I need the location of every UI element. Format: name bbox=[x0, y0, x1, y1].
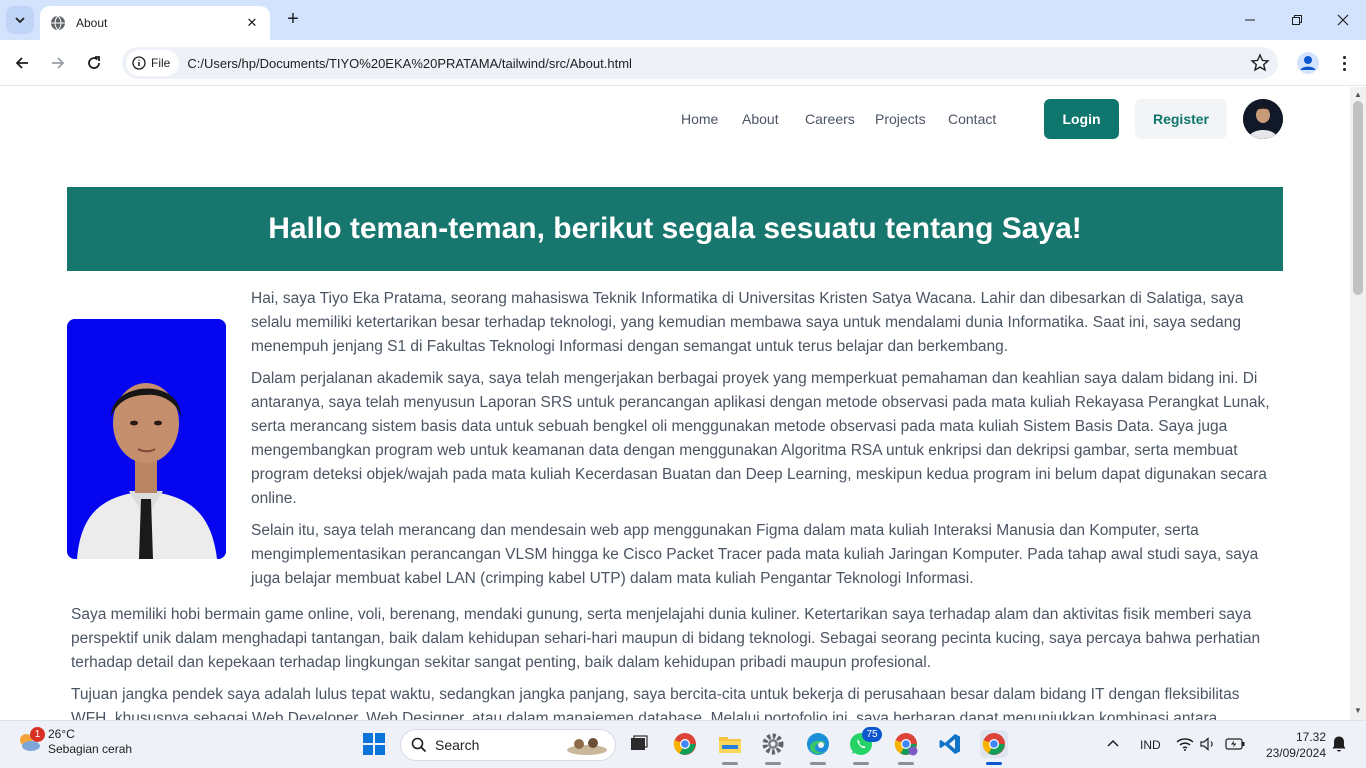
scrollbar-thumb[interactable] bbox=[1353, 101, 1363, 295]
task-view-icon[interactable] bbox=[626, 731, 652, 757]
clock-time: 17.32 bbox=[1295, 730, 1326, 744]
battery-icon[interactable] bbox=[1224, 731, 1246, 757]
weather-badge: 1 bbox=[30, 727, 45, 742]
file-label: File bbox=[151, 56, 171, 70]
globe-icon bbox=[51, 15, 65, 31]
page-viewport: Home About Careers Projects Contact Logi… bbox=[0, 87, 1350, 720]
weather-desc: Sebagian cerah bbox=[48, 742, 133, 756]
clock[interactable]: 17.32 23/09/2024 bbox=[1258, 729, 1326, 761]
chrome-active-indicator bbox=[986, 762, 1002, 765]
search-highlight-icon bbox=[567, 738, 607, 755]
nav-home[interactable]: Home bbox=[681, 111, 718, 127]
arrow-right-icon bbox=[52, 57, 65, 69]
user-avatar[interactable] bbox=[1243, 99, 1283, 139]
tab-title: About bbox=[76, 16, 108, 30]
register-button[interactable]: Register bbox=[1135, 99, 1227, 139]
info-icon bbox=[132, 56, 146, 70]
edge-running-indicator bbox=[810, 762, 826, 765]
file-explorer-running-indicator bbox=[722, 762, 738, 765]
scroll-down-icon[interactable]: ▼ bbox=[1354, 707, 1362, 715]
about-paragraph-intro: Hai, saya Tiyo Eka Pratama, seorang maha… bbox=[251, 290, 1244, 355]
scroll-up-icon[interactable]: ▲ bbox=[1354, 91, 1362, 99]
about-paragraph-skills: Selain itu, saya telah merancang dan men… bbox=[251, 522, 1259, 587]
url-text[interactable]: C:/Users/hp/Documents/TIYO%20EKA%20PRATA… bbox=[187, 56, 1278, 71]
close-window-button[interactable] bbox=[1331, 8, 1355, 32]
site-info-chip[interactable]: File bbox=[126, 50, 180, 76]
browser-toolbar: File C:/Users/hp/Documents/TIYO%20EKA%20… bbox=[0, 40, 1366, 86]
weather-icon: 1 bbox=[16, 727, 45, 755]
about-paragraph-hobbies: Saya memiliki hobi bermain game online, … bbox=[71, 606, 1261, 671]
about-paragraph-projects: Dalam perjalanan akademik saya, saya tel… bbox=[251, 370, 1270, 507]
profile-photo-image bbox=[67, 319, 226, 559]
chevron-down-icon bbox=[15, 17, 25, 24]
forward-button[interactable] bbox=[46, 51, 70, 75]
profile-icon[interactable] bbox=[1296, 51, 1320, 75]
volume-icon[interactable] bbox=[1199, 731, 1219, 757]
nav-projects[interactable]: Projects bbox=[875, 111, 926, 127]
whatsapp-running-indicator bbox=[853, 762, 869, 765]
start-button[interactable] bbox=[361, 731, 387, 757]
login-button[interactable]: Login bbox=[1044, 99, 1119, 139]
notification-bell-icon[interactable] bbox=[1329, 731, 1349, 757]
nav-careers[interactable]: Careers bbox=[805, 111, 855, 127]
chrome-active-icon[interactable] bbox=[980, 730, 1008, 758]
language-indicator[interactable]: IND bbox=[1140, 738, 1161, 752]
settings-running-indicator bbox=[765, 762, 781, 765]
restore-button[interactable] bbox=[1285, 8, 1309, 32]
weather-temp: 26°C bbox=[48, 727, 75, 741]
hero-title: Hallo teman-teman, berikut segala sesuat… bbox=[268, 212, 1082, 245]
search-icon bbox=[411, 737, 427, 753]
whatsapp-badge: 75 bbox=[862, 727, 882, 742]
minimize-button[interactable] bbox=[1238, 8, 1262, 32]
weather-widget[interactable]: 1 26°C Sebagian cerah bbox=[16, 727, 132, 757]
reload-icon bbox=[88, 56, 100, 69]
settings-icon[interactable] bbox=[760, 731, 786, 757]
close-icon bbox=[1337, 14, 1349, 26]
browser-tab-bar: About ✕ + bbox=[0, 0, 1366, 40]
tab-search-button[interactable] bbox=[6, 6, 34, 34]
browser-menu-icon[interactable] bbox=[1334, 51, 1354, 75]
restore-icon bbox=[1292, 15, 1302, 25]
nav-about[interactable]: About bbox=[742, 111, 779, 127]
new-tab-button[interactable]: + bbox=[282, 8, 304, 30]
hero-banner: Hallo teman-teman, berikut segala sesuat… bbox=[67, 187, 1283, 271]
tab-close-icon[interactable]: ✕ bbox=[244, 15, 260, 31]
minimize-icon bbox=[1245, 19, 1255, 21]
arrow-left-icon bbox=[15, 57, 28, 69]
site-navbar: Home About Careers Projects Contact Logi… bbox=[0, 87, 1350, 151]
nav-contact[interactable]: Contact bbox=[948, 111, 996, 127]
wifi-icon[interactable] bbox=[1175, 731, 1195, 757]
bookmark-star-icon[interactable] bbox=[1250, 53, 1270, 73]
windows-taskbar: 1 26°C Sebagian cerah Search 75 IND 17.3… bbox=[0, 720, 1366, 768]
chrome-profile-icon[interactable] bbox=[893, 731, 919, 757]
address-bar[interactable]: File C:/Users/hp/Documents/TIYO%20EKA%20… bbox=[122, 47, 1278, 79]
profile-photo bbox=[67, 319, 226, 559]
browser-tab-active[interactable]: About ✕ bbox=[40, 6, 270, 40]
reload-button[interactable] bbox=[82, 51, 106, 75]
chrome-profile-running-indicator bbox=[898, 762, 914, 765]
file-explorer-icon[interactable] bbox=[717, 731, 743, 757]
clock-date: 23/09/2024 bbox=[1265, 746, 1326, 760]
about-paragraph-goals: Tujuan jangka pendek saya adalah lulus t… bbox=[71, 686, 1240, 720]
windows-logo-icon bbox=[363, 733, 385, 755]
avatar-image bbox=[1243, 99, 1283, 139]
vscode-icon[interactable] bbox=[937, 731, 963, 757]
search-label: Search bbox=[435, 737, 480, 753]
page-scrollbar[interactable]: ▲ ▼ bbox=[1350, 87, 1366, 720]
chevron-up-icon[interactable] bbox=[1100, 731, 1126, 757]
edge-icon[interactable] bbox=[805, 731, 831, 757]
back-button[interactable] bbox=[10, 51, 34, 75]
taskbar-search[interactable]: Search bbox=[400, 729, 616, 761]
chrome-icon[interactable] bbox=[672, 731, 698, 757]
